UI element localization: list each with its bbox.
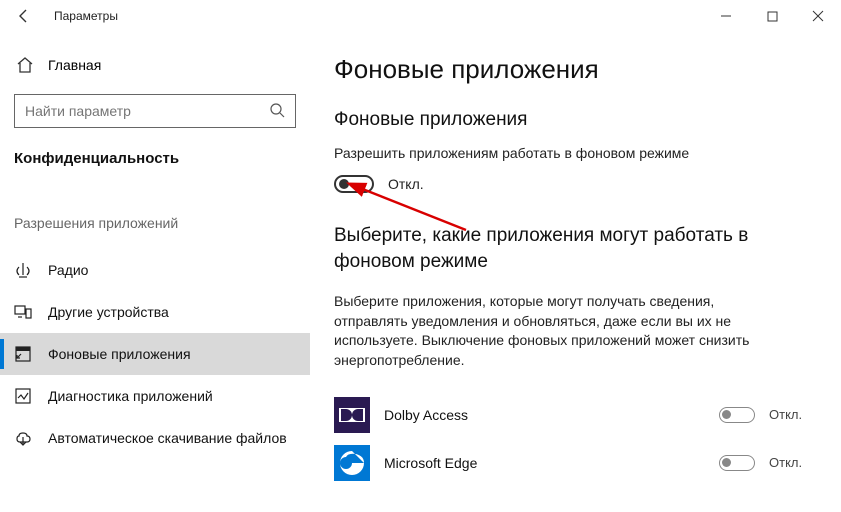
sidebar-item-label: Диагностика приложений <box>48 388 213 404</box>
choose-apps-title: Выберите, какие приложения могут работат… <box>334 223 764 274</box>
background-apps-icon <box>14 345 32 363</box>
diagnostics-icon <box>14 387 32 405</box>
close-button[interactable] <box>795 0 841 32</box>
window-controls <box>703 0 841 32</box>
sidebar-item-radio[interactable]: Радио <box>0 249 310 291</box>
section-title: Фоновые приложения <box>334 109 817 131</box>
sidebar-item-other-devices[interactable]: Другие устройства <box>0 291 310 333</box>
download-icon <box>14 429 32 447</box>
minimize-button[interactable] <box>703 0 749 32</box>
app-name: Microsoft Edge <box>384 455 705 471</box>
sidebar-item-label: Радио <box>48 262 88 278</box>
app-row-edge: Microsoft Edge Откл. <box>334 439 817 487</box>
allow-background-label: Разрешить приложениям работать в фоновом… <box>334 145 817 161</box>
search-icon <box>269 102 285 121</box>
radio-icon <box>14 261 32 279</box>
sidebar-item-auto-download[interactable]: Автоматическое скачивание файлов <box>0 417 310 459</box>
window-title: Параметры <box>54 9 118 23</box>
home-label: Главная <box>48 57 101 73</box>
search-box[interactable] <box>14 94 296 128</box>
sidebar-item-label: Автоматическое скачивание файлов <box>48 430 287 446</box>
search-input[interactable] <box>25 103 269 119</box>
allow-background-toggle[interactable] <box>334 175 374 193</box>
app-toggle-edge[interactable] <box>719 455 755 471</box>
app-row-dolby: Dolby Access Откл. <box>334 391 817 439</box>
maximize-button[interactable] <box>749 0 795 32</box>
titlebar: Параметры <box>0 0 841 32</box>
allow-background-toggle-row: Откл. <box>334 175 817 193</box>
devices-icon <box>14 303 32 321</box>
sidebar-item-label: Фоновые приложения <box>48 346 191 362</box>
app-state: Откл. <box>769 407 817 422</box>
microsoft-edge-icon <box>334 445 370 481</box>
sidebar-item-label: Другие устройства <box>48 304 169 320</box>
choose-apps-description: Выберите приложения, которые могут получ… <box>334 292 764 370</box>
app-state: Откл. <box>769 455 817 470</box>
sidebar-item-background-apps[interactable]: Фоновые приложения <box>0 333 310 375</box>
toggle-knob <box>339 179 349 189</box>
dolby-access-icon <box>334 397 370 433</box>
nav-list: Радио Другие устройства Фоновые приложен… <box>0 249 310 459</box>
allow-background-state: Откл. <box>388 176 424 192</box>
home-icon <box>16 56 34 74</box>
back-button[interactable] <box>12 4 36 28</box>
app-toggle-dolby[interactable] <box>719 407 755 423</box>
main-content: Фоновые приложения Фоновые приложения Ра… <box>310 32 841 512</box>
home-nav[interactable]: Главная <box>14 54 296 76</box>
group-header: Разрешения приложений <box>14 215 296 231</box>
sidebar: Главная Конфиденциальность Разрешения пр… <box>0 32 310 512</box>
page-title: Фоновые приложения <box>334 54 817 85</box>
category-header: Конфиденциальность <box>14 150 296 167</box>
app-name: Dolby Access <box>384 407 705 423</box>
sidebar-item-app-diagnostics[interactable]: Диагностика приложений <box>0 375 310 417</box>
